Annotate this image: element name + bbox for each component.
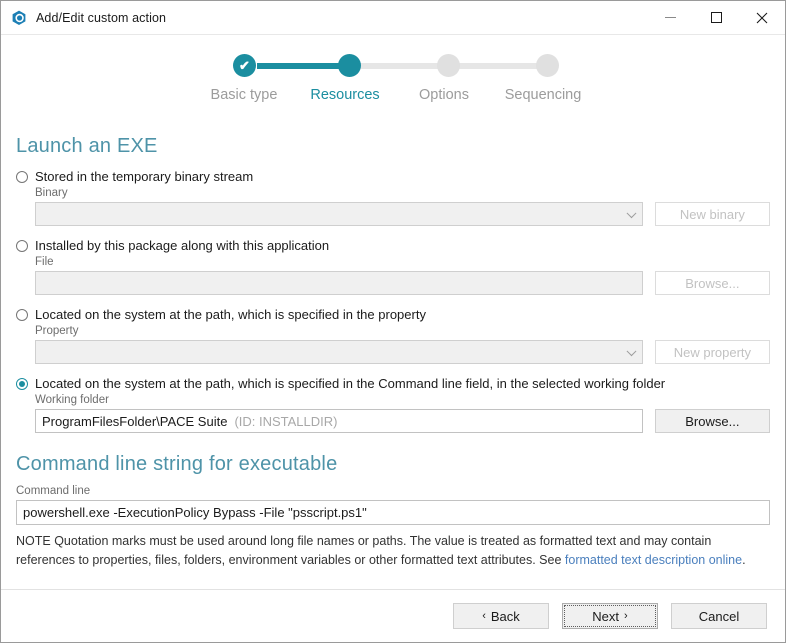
option-row-installed-by-package[interactable]: Installed by this package along with thi… xyxy=(16,237,770,254)
option-row-binary-stream[interactable]: Stored in the temporary binary stream xyxy=(16,168,770,185)
field-group-file: File Browse... xyxy=(35,256,770,295)
field-row-file: Browse... xyxy=(35,271,770,295)
dialog-content: Launch an EXE Stored in the temporary bi… xyxy=(1,121,785,589)
new-binary-button[interactable]: New binary xyxy=(654,202,770,226)
step-dot-basic-type[interactable]: ✔ xyxy=(233,54,256,77)
field-label-working-folder: Working folder xyxy=(35,394,109,406)
field-label-property: Property xyxy=(35,325,79,337)
radio-property-path[interactable] xyxy=(16,309,28,321)
back-button[interactable]: ‹ Back xyxy=(453,603,549,629)
field-label-command-line: Command line xyxy=(16,485,91,497)
field-row-working-folder: ProgramFilesFolder\PACE Suite (ID: INSTA… xyxy=(35,409,770,433)
radio-installed-by-package[interactable] xyxy=(16,240,28,252)
section-title-command-line: Command line string for executable xyxy=(16,453,338,475)
step-connector-2 xyxy=(449,63,548,69)
new-property-button[interactable]: New property xyxy=(654,340,770,364)
field-row-binary: New binary xyxy=(35,202,770,226)
field-label-binary: Binary xyxy=(35,187,68,199)
wizard-stepper: ✔ Basic type Resources Options Sequencin… xyxy=(1,51,785,121)
option-row-property-path[interactable]: Located on the system at the path, which… xyxy=(16,306,770,323)
option-label-binary-stream: Stored in the temporary binary stream xyxy=(35,169,254,184)
dialog-window: Add/Edit custom action ✔ Basic type Reso… xyxy=(0,0,786,643)
step-check-icon: ✔ xyxy=(239,58,250,73)
command-line-input[interactable]: powershell.exe -ExecutionPolicy Bypass -… xyxy=(16,500,770,525)
note-text: NOTE Quotation marks must be used around… xyxy=(16,532,770,569)
next-button-label: Next xyxy=(592,608,620,624)
field-group-property: Property New property xyxy=(35,325,770,364)
stepper-track: ✔ xyxy=(1,51,785,81)
cancel-button[interactable]: Cancel xyxy=(671,603,767,629)
minimize-icon xyxy=(664,17,676,18)
binary-combo-input[interactable] xyxy=(35,202,643,226)
maximize-button[interactable] xyxy=(693,1,739,34)
next-button[interactable]: Next › xyxy=(562,603,658,629)
step-dot-resources[interactable] xyxy=(338,54,361,77)
chevron-down-icon xyxy=(626,208,637,219)
back-button-label: Back xyxy=(490,608,520,624)
working-folder-id-hint: (ID: INSTALLDIR) xyxy=(234,413,338,429)
step-label-resources[interactable]: Resources xyxy=(310,87,379,103)
option-row-command-line-folder[interactable]: Located on the system at the path, which… xyxy=(16,375,770,392)
stepper-labels: Basic type Resources Options Sequencing xyxy=(1,87,785,111)
note-text-part2: . xyxy=(742,552,746,567)
field-group-binary: Binary New binary xyxy=(35,187,770,226)
dialog-footer: ‹ Back Next › Cancel xyxy=(1,589,785,642)
step-label-basic-type[interactable]: Basic type xyxy=(211,87,278,103)
window-controls xyxy=(647,1,785,34)
step-dot-options[interactable] xyxy=(437,54,460,77)
radio-binary-stream[interactable] xyxy=(16,171,28,183)
maximize-icon xyxy=(710,12,722,23)
step-connector-done xyxy=(257,63,349,69)
section-title-launch: Launch an EXE xyxy=(16,135,158,157)
field-row-property: New property xyxy=(35,340,770,364)
title-bar: Add/Edit custom action xyxy=(1,1,785,35)
file-text-input[interactable] xyxy=(35,271,643,295)
command-line-value: powershell.exe -ExecutionPolicy Bypass -… xyxy=(23,505,367,520)
option-label-command-line-folder: Located on the system at the path, which… xyxy=(35,376,666,391)
step-connector-1 xyxy=(349,63,449,69)
chevron-down-icon xyxy=(626,346,637,357)
browse-working-folder-button[interactable]: Browse... xyxy=(654,409,770,433)
option-label-installed-by-package: Installed by this package along with thi… xyxy=(35,238,330,253)
chevron-right-icon: › xyxy=(624,610,628,622)
app-logo-icon xyxy=(11,10,27,26)
window-title: Add/Edit custom action xyxy=(36,10,167,25)
working-folder-input[interactable]: ProgramFilesFolder\PACE Suite (ID: INSTA… xyxy=(35,409,643,433)
close-icon xyxy=(756,12,768,23)
field-label-file: File xyxy=(35,256,54,268)
field-group-working-folder: Working folder ProgramFilesFolder\PACE S… xyxy=(35,394,770,433)
close-button[interactable] xyxy=(739,1,785,34)
browse-file-button[interactable]: Browse... xyxy=(654,271,770,295)
step-label-options[interactable]: Options xyxy=(419,87,469,103)
working-folder-value: ProgramFilesFolder\PACE Suite xyxy=(42,413,228,429)
formatted-text-description-link[interactable]: formatted text description online xyxy=(565,553,742,567)
property-combo-input[interactable] xyxy=(35,340,643,364)
option-label-property-path: Located on the system at the path, which… xyxy=(35,307,426,322)
chevron-left-icon: ‹ xyxy=(482,610,486,622)
step-label-sequencing[interactable]: Sequencing xyxy=(505,87,582,103)
step-dot-sequencing[interactable] xyxy=(536,54,559,77)
cancel-button-label: Cancel xyxy=(698,608,740,624)
radio-command-line-folder[interactable] xyxy=(16,378,28,390)
minimize-button[interactable] xyxy=(647,1,693,34)
